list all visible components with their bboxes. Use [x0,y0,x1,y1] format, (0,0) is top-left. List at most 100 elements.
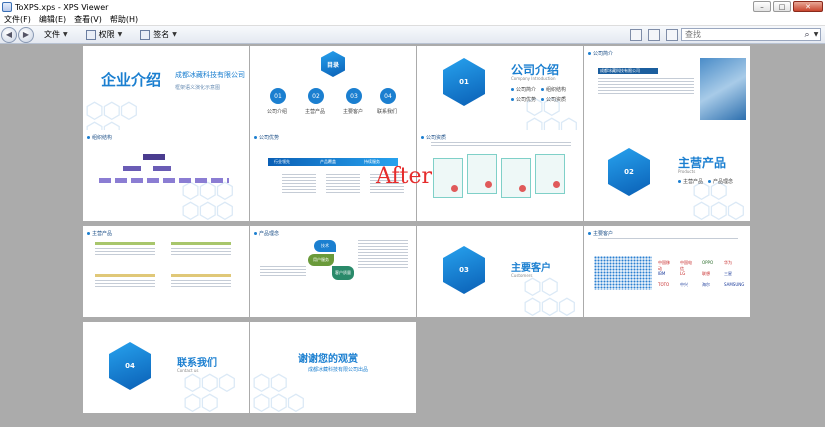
search-input[interactable] [682,29,802,40]
text-lines [171,280,231,289]
contents-item-label: 主要客户 [343,109,364,115]
slide-thumbnail-5[interactable]: 组织结构 ⬡⬡⬡ ⬡⬡⬡ [83,130,249,221]
text-lines [171,248,231,257]
company-name: 成都冰藏科技有限公司 [175,71,245,79]
slide-thumbnail-12[interactable]: 主要客户 中国移动 中国电信 OPPO 华为 IBM LG 联想 三星 TOTO… [584,226,750,317]
search-options-chevron-icon[interactable]: ▼ [812,31,820,38]
hexagon-pattern: ⬡⬡⬡⬡⬡ [252,371,306,414]
slide-subtitle: Company Introduction [511,76,556,81]
process-step: 行业领先 [274,159,290,164]
hexagon-pattern: ⬡⬡⬡⬡⬡ [183,371,237,414]
forward-button[interactable]: ▶ [18,26,34,43]
hexagon-pattern: ⬡⬡⬡⬡⬡ [523,275,577,318]
bullet-item: 公司优势 [511,96,536,103]
world-map-graphic [594,256,652,290]
bullet-item: 组织结构 [541,86,566,93]
permissions-icon [85,29,96,40]
window-title: ToXPS.xps - XPS Viewer [15,2,109,12]
slide-thumbnail-7[interactable]: 公司资质 [417,130,583,221]
client-logo: 中兴 [680,282,688,287]
slide-thumbnail-10[interactable]: 产品理念 技术 用户服务 客户质量 [250,226,416,317]
certificate-image [433,158,463,198]
file-menu-button[interactable]: 文件 ▼ [34,29,76,40]
slide-subtitle: Products [678,169,696,174]
client-logo: 三星 [724,271,732,276]
menu-file[interactable]: 文件(F) [0,14,35,25]
slide-title: 联系我们 [177,358,217,369]
permissions-menu-button[interactable]: 权限 ▼ [76,29,131,40]
chevron-down-icon: ▼ [172,31,177,38]
client-logo: 中国移动 [658,260,670,271]
section-hexagon: 03 [443,246,485,294]
menu-view[interactable]: 查看(V) [70,14,106,25]
slide-header: 主要客户 [588,230,613,237]
slide-thumbnail-2[interactable]: 目录 01 公司介绍 02 主营产品 03 主要客户 04 联系我们 [250,46,416,137]
slide-thumbnail-4[interactable]: 公司简介 成都冰藏科技有限公司 [584,46,750,137]
certificate-image [535,154,565,194]
contents-item-label: 公司介绍 [267,109,288,115]
text-lines [95,248,155,257]
slide-title: 谢谢您的观赏 [298,354,358,365]
slide-thumbnail-3[interactable]: ⬡⬡ ⬡⬡⬡ 01 公司介绍 Company Introduction 公司简介 … [417,46,583,137]
window-controls: – □ ✕ [751,1,823,13]
certificate-image [467,154,497,194]
concept-pill: 技术 [314,240,336,252]
menu-edit[interactable]: 编辑(E) [35,14,70,25]
org-chart-node [153,166,171,171]
slide-thumbnail-13[interactable]: ⬡⬡⬡ ⬡⬡ 04 联系我们 Contact us [83,322,249,413]
search-icon[interactable]: ⌕ [802,30,812,40]
slide-thumbnail-9[interactable]: 主营产品 [83,226,249,317]
section-hexagon: 04 [109,342,151,390]
building-photo [700,58,746,120]
concept-pill: 客户质量 [332,266,354,280]
hexagon-pattern: ⬡⬡⬡ ⬡⬡⬡ [181,179,235,222]
slide-thumbnail-8[interactable]: ⬡⬡ ⬡⬡⬡ 02 主营产品 Products 主营产品 产品理念 [584,130,750,221]
bullet-item: 公司资质 [541,96,566,103]
slide-subtitle: Contact us [177,368,199,373]
text-lines [431,142,571,148]
org-chart-node [123,166,141,171]
chevron-down-icon: ▼ [63,31,68,38]
contents-item-number: 01 [270,88,286,104]
client-logo: 华为 [724,260,732,265]
close-button[interactable]: ✕ [793,1,823,12]
client-logo: LG [680,271,686,276]
thumbnail-view-icon[interactable] [630,28,642,41]
product-label-bar [171,274,231,277]
text-lines [260,266,306,278]
text-lines [598,78,694,96]
minimize-button[interactable]: – [753,1,771,12]
signature-menu-button[interactable]: 签名 ▼ [130,29,185,40]
menu-help[interactable]: 帮助(H) [106,14,142,25]
back-button[interactable]: ◀ [1,26,17,43]
slide-thumbnail-11[interactable]: ⬡⬡ ⬡⬡⬡ 03 主要客户 Customers [417,226,583,317]
maximize-button[interactable]: □ [773,1,791,12]
org-chart-leaf-row [99,178,229,183]
bullet-item: 公司简介 [511,86,536,93]
chevron-down-icon: ▼ [117,31,123,38]
toolbar: ◀ ▶ 文件 ▼ 权限 ▼ 签名 ▼ ⌕ ▼ [0,26,825,44]
bullet-item: 主营产品 [678,178,703,185]
print-icon[interactable] [648,28,660,41]
slide-thumbnail-1[interactable]: ⬡⬡⬡ ⬡⬡ 企业介绍 成都冰藏科技有限公司 框架语义演化示意图 [83,46,249,137]
contents-item-label: 主营产品 [305,109,326,115]
signature-menu-label: 签名 [153,30,170,39]
client-logo: 中国电信 [680,260,692,271]
slide-header: 公司资质 [421,134,446,141]
product-label-bar [95,242,155,245]
text-lines [598,238,738,241]
org-chart-root-node [143,154,165,160]
text-lines [282,174,316,195]
xps-viewer-app-icon [2,2,12,12]
client-logo: TOTO [658,282,670,287]
hexagon-pattern: ⬡⬡⬡⬡⬡ [692,179,746,222]
contents-item-number: 04 [380,88,396,104]
text-lines [326,174,360,195]
document-viewer[interactable]: ⬡⬡⬡ ⬡⬡ 企业介绍 成都冰藏科技有限公司 框架语义演化示意图 目录 01 公司… [0,44,825,427]
client-logo: 海尔 [702,282,710,287]
contents-item-label: 联系我们 [377,109,398,115]
slide-thumbnail-14[interactable]: ⬡⬡ ⬡⬡⬡ 谢谢您的观赏 成都冰藏科技有限公司出品 [250,322,416,413]
client-logo: 联想 [702,271,710,276]
zoom-icon[interactable] [666,28,678,41]
slide-title: 主要客户 [511,263,551,274]
